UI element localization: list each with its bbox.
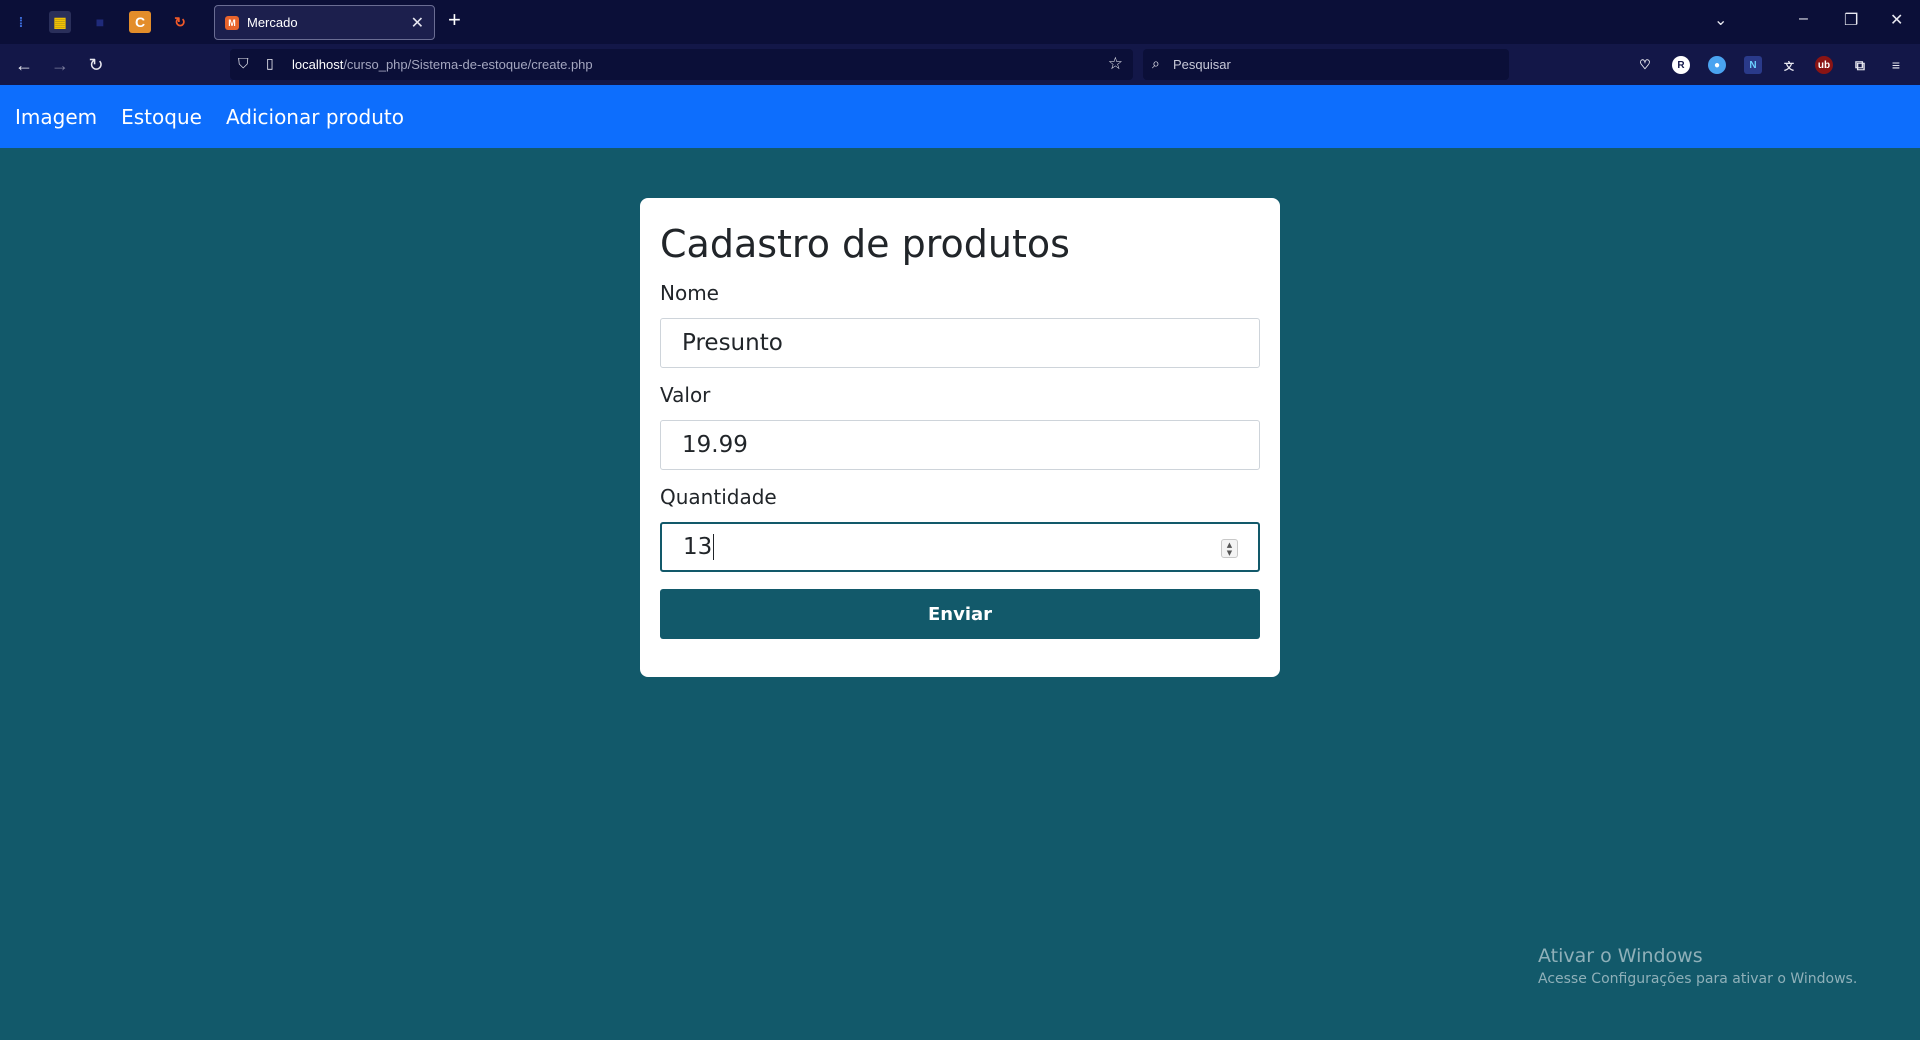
menu-hamburger-icon[interactable]: ≡	[1887, 56, 1905, 74]
watermark-subtitle: Acesse Configurações para ativar o Windo…	[1538, 971, 1858, 987]
nav-link-imagem[interactable]: Imagem	[15, 105, 97, 129]
pinned-tab-c-icon[interactable]: C	[129, 11, 151, 33]
nome-input[interactable]: Presunto	[660, 318, 1260, 368]
nav-link-adicionar-produto[interactable]: Adicionar produto	[226, 105, 404, 129]
back-icon[interactable]: ←	[12, 53, 36, 77]
pinned-tab-dark-icon[interactable]: ■	[89, 11, 111, 33]
browser-tab-bar: ⁞ ▦ ■ C ↻ M Mercado ✕ + ⌄ – ❐ ✕	[0, 0, 1920, 44]
ublock-icon[interactable]: ub	[1815, 56, 1833, 74]
url-bar[interactable]: ⛉ ▯ localhost/curso_php/Sistema-de-estoq…	[230, 49, 1133, 80]
new-tab-icon[interactable]: +	[448, 9, 461, 31]
nome-label: Nome	[660, 281, 719, 305]
minimize-icon[interactable]: –	[1799, 10, 1808, 28]
pocket-icon[interactable]: ♡	[1636, 56, 1654, 74]
tab-list-chevron-icon[interactable]: ⌄	[1714, 10, 1727, 30]
submit-button[interactable]: Enviar	[660, 589, 1260, 639]
number-stepper-icon[interactable]: ▲ ▼	[1221, 539, 1238, 558]
valor-value: 19.99	[682, 432, 748, 458]
pinned-tab-gallery-icon[interactable]: ▦	[49, 11, 71, 33]
extension-translate-icon[interactable]: 文	[1780, 56, 1798, 74]
restore-icon[interactable]: ❐	[1844, 10, 1858, 30]
search-placeholder: Pesquisar	[1173, 57, 1231, 72]
quantidade-value: 13	[683, 534, 713, 560]
tab-close-icon[interactable]: ✕	[411, 13, 424, 33]
stepper-down-icon[interactable]: ▼	[1227, 549, 1232, 557]
tab-favicon-icon: M	[225, 15, 239, 30]
url-text: localhost/curso_php/Sistema-de-estoque/c…	[292, 57, 593, 72]
extensions-icon[interactable]: ⧉	[1851, 56, 1869, 74]
valor-input[interactable]: 19.99	[660, 420, 1260, 470]
windows-activation-watermark: Ativar o Windows Acesse Configurações pa…	[1538, 945, 1857, 987]
quantidade-label: Quantidade	[660, 485, 777, 509]
nome-value: Presunto	[682, 330, 783, 356]
quantidade-input[interactable]: 13 ▲ ▼	[660, 522, 1260, 572]
search-icon: ⌕	[1152, 55, 1160, 71]
product-form-card: Cadastro de produtos Nome Presunto Valor…	[640, 198, 1280, 677]
valor-label: Valor	[660, 383, 711, 407]
text-caret	[713, 534, 715, 560]
stepper-up-icon[interactable]: ▲	[1227, 541, 1232, 549]
extension-n-icon[interactable]: N	[1744, 56, 1762, 74]
url-path: /curso_php/Sistema-de-estoque/create.php	[343, 57, 593, 72]
shield-icon[interactable]: ⛉	[238, 55, 249, 72]
pinned-tab-refresh-icon[interactable]: ↻	[169, 11, 191, 33]
url-host: localhost	[292, 57, 344, 72]
pinned-tab-icon[interactable]: ⁞	[10, 11, 32, 33]
watermark-title: Ativar o Windows	[1538, 945, 1703, 967]
tab-title: Mercado	[247, 15, 298, 30]
active-tab[interactable]: M Mercado ✕	[214, 5, 435, 40]
close-window-icon[interactable]: ✕	[1890, 10, 1903, 30]
bookmark-star-icon[interactable]: ☆	[1108, 54, 1123, 74]
extension-globe-icon[interactable]: ●	[1708, 56, 1726, 74]
reload-icon[interactable]: ↻	[84, 53, 108, 77]
nav-link-estoque[interactable]: Estoque	[121, 105, 202, 129]
browser-toolbar: ← → ↻ ⛉ ▯ localhost/curso_php/Sistema-de…	[0, 44, 1920, 85]
page-info-icon[interactable]: ▯	[266, 55, 274, 72]
search-bar[interactable]: ⌕ Pesquisar	[1143, 49, 1509, 80]
extension-r-icon[interactable]: R	[1672, 56, 1690, 74]
forward-icon[interactable]: →	[48, 53, 72, 77]
site-nav: Imagem Estoque Adicionar produto	[0, 85, 1920, 148]
page-title: Cadastro de produtos	[660, 222, 1070, 266]
